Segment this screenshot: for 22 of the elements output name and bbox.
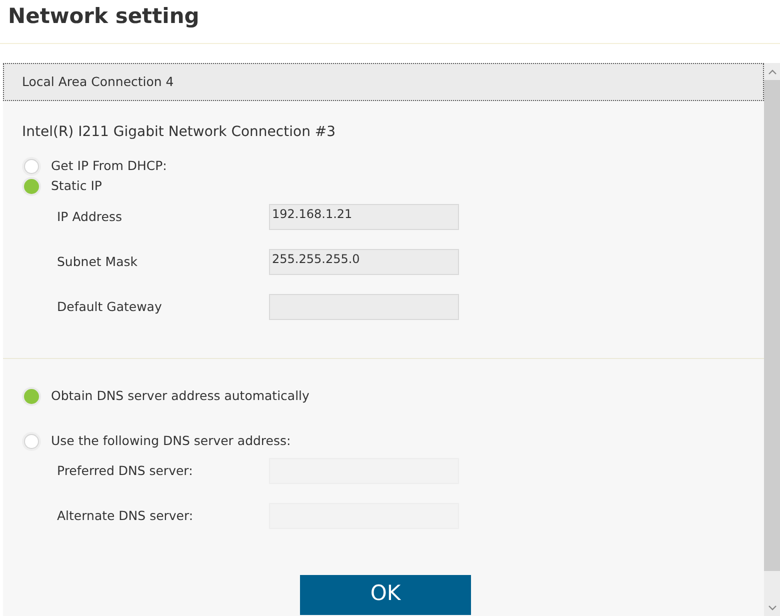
radio-label: Obtain DNS server address automatically <box>51 386 310 405</box>
radio-label: Static IP <box>51 176 102 195</box>
field-label: Subnet Mask <box>57 252 138 271</box>
radio-label: Use the following DNS server address: <box>51 432 291 450</box>
scroll-down-icon[interactable] <box>768 605 776 611</box>
input-field[interactable]: 192.168.1.21 <box>269 204 459 230</box>
adapter-name: Intel(R) I211 Gigabit Network Connection #3 <box>22 123 336 142</box>
scroll-up-icon[interactable] <box>768 69 776 75</box>
radio-button[interactable] <box>24 388 39 404</box>
radio-button[interactable] <box>24 178 39 194</box>
field-label: Default Gateway <box>57 298 163 316</box>
radio-button[interactable] <box>24 158 39 174</box>
input-field[interactable]: 255.255.255.0 <box>269 249 459 275</box>
field-label: IP Address <box>57 208 123 226</box>
page-title: Network setting <box>8 3 200 30</box>
radio-label: Get IP From DHCP: <box>51 156 167 175</box>
connection-header[interactable]: Local Area Connection 4 <box>3 63 764 101</box>
field-label: Preferred DNS server: <box>57 462 194 480</box>
ok-button[interactable]: OK <box>300 575 471 615</box>
input-field[interactable] <box>269 294 459 320</box>
radio-button[interactable] <box>24 434 39 448</box>
field-label: Alternate DNS server: <box>57 506 194 525</box>
